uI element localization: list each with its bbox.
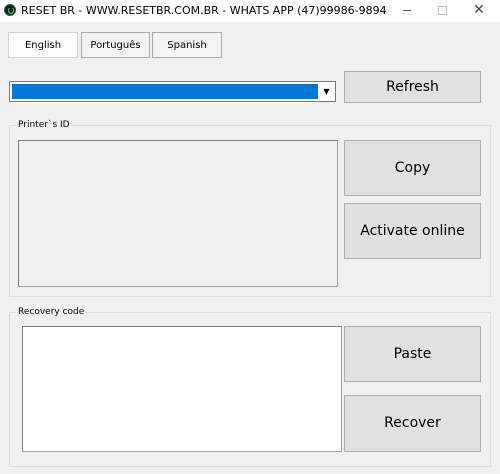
selected-printer (12, 84, 318, 99)
printer-id-label: Printer`s ID (16, 119, 72, 131)
recovery-code-field[interactable] (22, 326, 342, 452)
close-button[interactable]: ✕ (461, 0, 497, 22)
window-title: RESET BR - WWW.RESETBR.COM.BR - WHATS AP… (21, 4, 387, 17)
tab-portugues[interactable]: Português (81, 32, 150, 58)
maximize-button[interactable] (424, 0, 460, 22)
recover-button[interactable]: Recover (344, 395, 481, 452)
tab-english[interactable]: English (8, 32, 78, 58)
printer-select[interactable]: ▼ (9, 81, 336, 102)
recovery-code-label: Recovery code (16, 306, 87, 318)
minimize-button[interactable] (389, 0, 425, 22)
copy-button[interactable]: Copy (344, 140, 481, 196)
chevron-down-icon[interactable]: ▼ (319, 83, 334, 100)
power-icon (4, 4, 16, 16)
printer-id-field[interactable] (18, 140, 338, 287)
title-bar: RESET BR - WWW.RESETBR.COM.BR - WHATS AP… (0, 0, 500, 22)
activate-online-button[interactable]: Activate online (344, 203, 481, 259)
tab-spanish[interactable]: Spanish (152, 32, 222, 58)
paste-button[interactable]: Paste (344, 326, 481, 382)
refresh-button[interactable]: Refresh (344, 71, 481, 103)
